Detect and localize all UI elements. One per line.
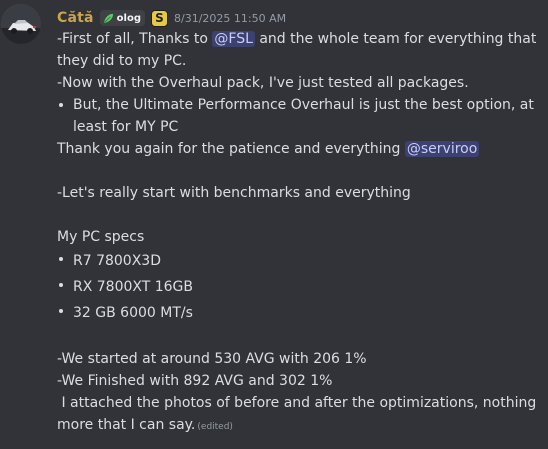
list-item: R7 7800X3D <box>57 248 537 274</box>
mention-serviroo[interactable]: @serviroo <box>404 141 480 157</box>
car-avatar-icon <box>1 4 41 44</box>
specs-list: R7 7800X3D RX 7800XT 16GB 32 GB 6000 MT/… <box>57 248 537 326</box>
s-badge-icon[interactable]: S <box>151 9 168 27</box>
server-tag-label: olog <box>116 12 141 24</box>
start-line: -We started at around 530 AVG with 206 1… <box>57 351 367 367</box>
specs-heading: My PC specs <box>57 229 145 245</box>
bullet-dot <box>59 283 63 287</box>
message-content: -First of all, Thanks to @FSL and the wh… <box>57 28 537 438</box>
message-header: Cătă olog S 8/31/2025 11:50 AM <box>57 7 286 29</box>
list-item: 32 GB 6000 MT/s <box>57 300 537 326</box>
username[interactable]: Cătă <box>57 10 94 26</box>
intro-line: -First of all, Thanks to @FSL and the wh… <box>57 31 537 69</box>
overhaul-line: -Now with the Overhaul pack, I've just t… <box>57 75 469 91</box>
mention-fsl[interactable]: @FSL <box>212 31 255 47</box>
timestamp[interactable]: 8/31/2025 11:50 AM <box>174 12 286 25</box>
avatar[interactable] <box>1 4 41 44</box>
server-tag[interactable]: olog <box>99 10 145 26</box>
chat-message: Cătă olog S 8/31/2025 11:50 AM -First of… <box>0 0 548 449</box>
list-item: But, the Ultimate Performance Overhaul i… <box>57 94 537 138</box>
leaf-icon <box>103 13 113 23</box>
bullet-dot <box>59 309 63 313</box>
bullet-dot <box>59 257 63 261</box>
list-item: RX 7800XT 16GB <box>57 274 537 300</box>
bullet-dot <box>59 103 63 107</box>
thanks-line: Thank you again for the patience and eve… <box>57 141 480 157</box>
benchmarks-line: -Let's really start with benchmarks and … <box>57 185 411 201</box>
overhaul-bullet-list: But, the Ultimate Performance Overhaul i… <box>57 94 537 138</box>
finish-line: -We Finished with 892 AVG and 302 1% <box>57 373 333 389</box>
edited-label: (edited) <box>197 422 233 432</box>
attached-line: I attached the photos of before and afte… <box>57 395 541 433</box>
